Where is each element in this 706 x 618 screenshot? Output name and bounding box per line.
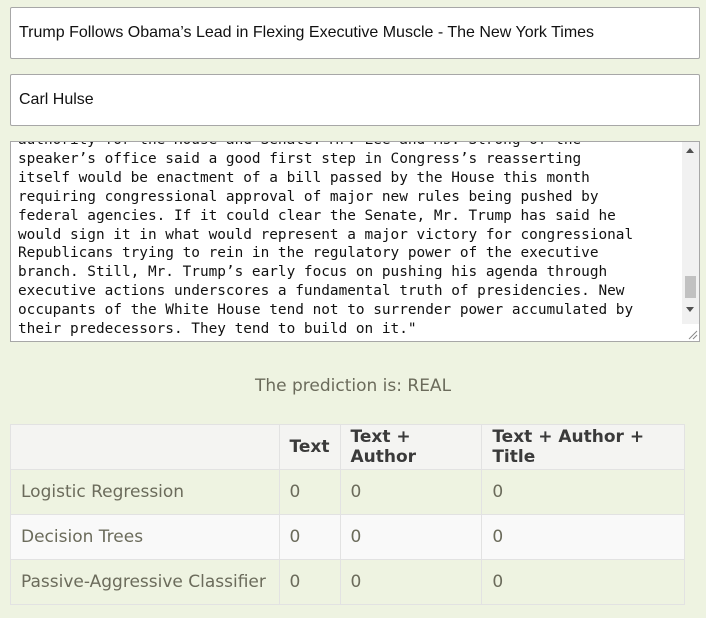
- table-row: Decision Trees 0 0 0: [10, 514, 685, 560]
- model-name: Logistic Regression: [10, 469, 280, 515]
- author-input[interactable]: [10, 74, 700, 126]
- results-table: Text Text + Author Text + Author + Title…: [10, 424, 685, 605]
- model-name: Decision Trees: [10, 514, 280, 560]
- score-cell: 0: [278, 559, 341, 605]
- table-header-row: Text Text + Author Text + Author + Title: [10, 424, 685, 470]
- prediction-text: The prediction is: REAL: [254, 376, 452, 396]
- article-text[interactable]: authority for the House and Senate. Mr. …: [18, 142, 680, 339]
- scroll-down-icon[interactable]: [686, 307, 694, 312]
- score-cell: 0: [339, 559, 483, 605]
- score-cell: 0: [481, 559, 685, 605]
- header-text: Text: [278, 424, 341, 470]
- model-name: Passive-Aggressive Classifier: [10, 559, 280, 605]
- header-text-author: Text + Author: [339, 424, 483, 470]
- score-cell: 0: [339, 514, 483, 560]
- text-scrollbar[interactable]: [682, 142, 699, 324]
- resize-handle-icon[interactable]: [686, 328, 698, 340]
- score-cell: 0: [481, 514, 685, 560]
- scroll-thumb[interactable]: [685, 276, 696, 298]
- header-model: [10, 424, 280, 470]
- scroll-up-icon[interactable]: [686, 148, 694, 153]
- score-cell: 0: [278, 469, 341, 515]
- header-text-author-title: Text + Author + Title: [481, 424, 685, 470]
- score-cell: 0: [339, 469, 483, 515]
- score-cell: 0: [278, 514, 341, 560]
- score-cell: 0: [481, 469, 685, 515]
- article-text-area[interactable]: authority for the House and Senate. Mr. …: [10, 141, 700, 342]
- table-row: Passive-Aggressive Classifier 0 0 0: [10, 559, 685, 605]
- table-row: Logistic Regression 0 0 0: [10, 469, 685, 515]
- title-input[interactable]: [10, 7, 700, 59]
